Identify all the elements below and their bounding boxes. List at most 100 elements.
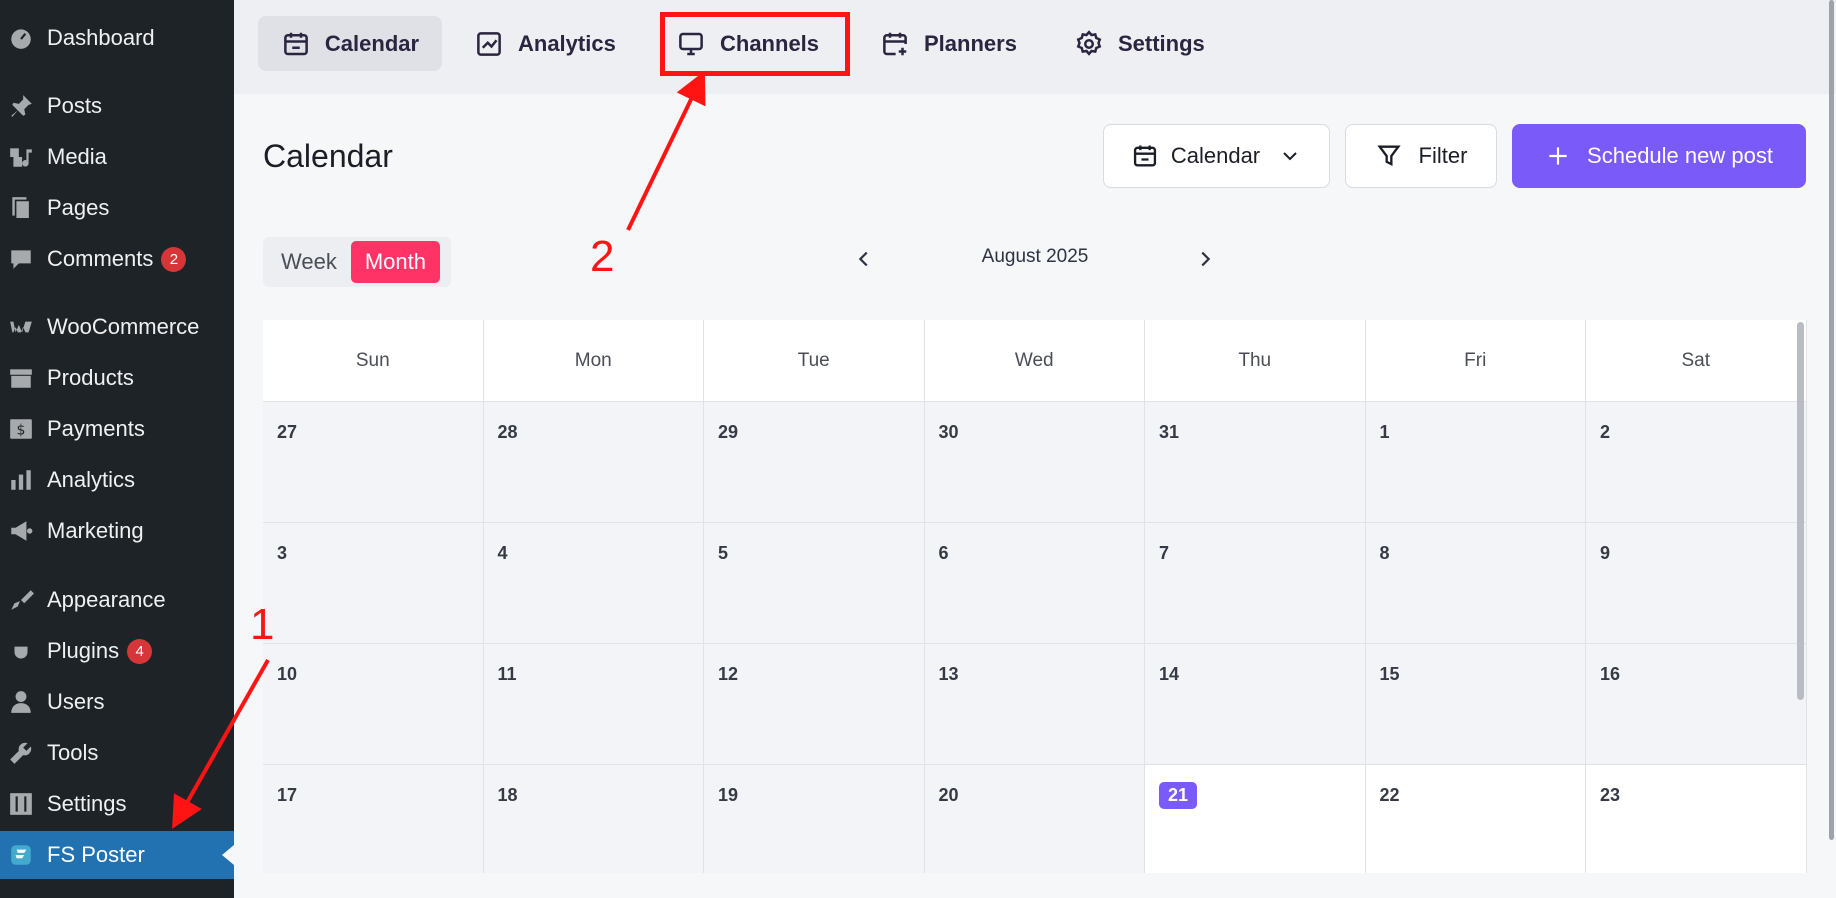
calendar-day-cell[interactable]: 23 bbox=[1586, 765, 1807, 873]
date-number: 15 bbox=[1379, 664, 1400, 684]
svg-text:$: $ bbox=[17, 422, 26, 438]
sidebar-item-woocommerce[interactable]: WooCommerce bbox=[0, 303, 234, 351]
calendar-day-cell[interactable]: 9 bbox=[1586, 523, 1807, 644]
schedule-new-post-button[interactable]: Schedule new post bbox=[1512, 124, 1806, 188]
user-icon bbox=[6, 687, 36, 717]
pages-icon bbox=[6, 193, 36, 223]
calendar-day-cell[interactable]: 5 bbox=[704, 523, 925, 644]
sidebar-item-tools[interactable]: Tools bbox=[0, 729, 234, 777]
calendar-day-cell[interactable]: 29 bbox=[704, 402, 925, 523]
calendar-day-cell[interactable]: 15 bbox=[1365, 644, 1586, 765]
calendar-day-cell[interactable]: 1 bbox=[1365, 402, 1586, 523]
calendar-scrollbar[interactable] bbox=[1797, 322, 1804, 700]
sidebar-item-products[interactable]: Products bbox=[0, 354, 234, 402]
view-toggle: Week Month bbox=[263, 237, 451, 287]
sidebar-item-comments[interactable]: Comments 2 bbox=[0, 235, 234, 283]
date-number: 10 bbox=[277, 664, 298, 684]
page-scrollbar[interactable] bbox=[1829, 0, 1834, 840]
bar-chart-icon bbox=[6, 465, 36, 495]
sidebar-item-label: Marketing bbox=[47, 518, 144, 543]
current-month-label: August 2025 bbox=[981, 246, 1089, 267]
tab-label: Settings bbox=[1118, 30, 1205, 56]
calendar-day-cell[interactable]: 11 bbox=[483, 644, 704, 765]
date-number: 3 bbox=[277, 543, 288, 563]
prev-month-button[interactable] bbox=[846, 241, 882, 277]
filter-button[interactable]: Filter bbox=[1345, 124, 1497, 188]
sidebar-item-pages[interactable]: Pages bbox=[0, 184, 234, 232]
gear-icon bbox=[1076, 29, 1102, 56]
tab-calendar[interactable]: Calendar bbox=[258, 16, 442, 71]
sidebar-item-payments[interactable]: $ Payments bbox=[0, 405, 234, 453]
media-icon bbox=[6, 142, 36, 172]
calendar-day-cell[interactable]: 27 bbox=[263, 402, 484, 523]
calendar-day-cell[interactable]: 14 bbox=[1145, 644, 1366, 765]
dashboard-icon bbox=[6, 23, 36, 53]
pin-icon bbox=[6, 91, 36, 121]
tab-analytics[interactable]: Analytics bbox=[474, 16, 616, 71]
date-number: 23 bbox=[1600, 785, 1621, 805]
sidebar-item-appearance[interactable]: Appearance bbox=[0, 576, 234, 624]
date-number: 2 bbox=[1600, 422, 1611, 442]
step-1-label: 1 bbox=[250, 600, 275, 649]
tab-label: Planners bbox=[924, 30, 1017, 56]
comment-icon bbox=[6, 244, 36, 274]
sidebar-item-label: Settings bbox=[47, 791, 127, 816]
calendar-day-cell[interactable]: 7 bbox=[1145, 523, 1366, 644]
date-number: 31 bbox=[1159, 422, 1180, 442]
month-calendar: Sun Mon Tue Wed Thu Fri Sat 27 28 29 30 31 1 2 3 4 5 6 7 8… bbox=[263, 320, 1807, 873]
tab-label: Calendar bbox=[324, 30, 420, 56]
calendar-day-cell[interactable]: 4 bbox=[483, 523, 704, 644]
woo-icon bbox=[6, 312, 36, 342]
date-number: 19 bbox=[718, 785, 739, 805]
month-toggle[interactable]: Month bbox=[350, 241, 440, 283]
sidebar-item-media[interactable]: Media bbox=[0, 133, 234, 181]
calendar-day-cell[interactable]: 22 bbox=[1365, 765, 1586, 873]
calendar-day-cell[interactable]: 3 bbox=[263, 523, 484, 644]
weekday-wed: Wed bbox=[925, 320, 1145, 402]
calendar-day-cell[interactable]: 6 bbox=[924, 523, 1145, 644]
week-toggle[interactable]: Week bbox=[267, 241, 351, 283]
sidebar-item-analytics[interactable]: Analytics bbox=[0, 456, 234, 504]
tab-label: Analytics bbox=[518, 30, 616, 56]
sidebar-item-marketing[interactable]: Marketing bbox=[0, 507, 234, 555]
chevron-left-icon bbox=[858, 251, 868, 267]
calendar-day-cell[interactable]: 21 bbox=[1145, 765, 1366, 873]
calendar-day-cell[interactable]: 19 bbox=[704, 765, 925, 873]
weekday-thu: Thu bbox=[1145, 320, 1366, 402]
schedule-label: Schedule new post bbox=[1587, 143, 1773, 168]
weekday-sun: Sun bbox=[263, 320, 484, 402]
calendar-day-cell[interactable]: 10 bbox=[263, 644, 484, 765]
calendar-day-cell[interactable]: 8 bbox=[1365, 523, 1586, 644]
sidebar-item-users[interactable]: Users bbox=[0, 678, 234, 726]
tab-settings[interactable]: Settings bbox=[1074, 16, 1205, 71]
sidebar-item-fs-poster[interactable]: FS Poster bbox=[0, 831, 234, 879]
calendar-day-cell[interactable]: 31 bbox=[1145, 402, 1366, 523]
calendar-day-cell[interactable]: 28 bbox=[483, 402, 704, 523]
fs-poster-icon bbox=[6, 840, 36, 870]
sidebar-item-dashboard[interactable]: Dashboard bbox=[0, 14, 234, 62]
notification-badge: 2 bbox=[161, 246, 187, 272]
calendar-day-cell[interactable]: 18 bbox=[483, 765, 704, 873]
sidebar-item-posts[interactable]: Posts bbox=[0, 82, 234, 130]
calendar-day-cell[interactable]: 16 bbox=[1586, 644, 1807, 765]
date-number: 4 bbox=[497, 543, 508, 563]
calendar-day-cell[interactable]: 2 bbox=[1586, 402, 1807, 523]
date-number: 27 bbox=[277, 422, 298, 442]
calendar-day-cell[interactable]: 12 bbox=[704, 644, 925, 765]
date-number: 11 bbox=[497, 664, 517, 684]
calendar-day-cell[interactable]: 13 bbox=[924, 644, 1145, 765]
next-month-button[interactable] bbox=[1187, 241, 1223, 277]
calendar-day-cell[interactable]: 30 bbox=[924, 402, 1145, 523]
sidebar-item-settings[interactable]: Settings bbox=[0, 780, 234, 828]
admin-sidebar: Dashboard Posts Media Pages Comments 2 WooComm… bbox=[0, 0, 234, 898]
view-dropdown[interactable]: Calendar bbox=[1103, 124, 1330, 188]
date-number: 28 bbox=[497, 422, 518, 442]
sidebar-item-plugins[interactable]: Plugins 4 bbox=[0, 627, 234, 675]
step-2-label: 2 bbox=[590, 232, 615, 281]
tab-planners[interactable]: Planners bbox=[880, 16, 1017, 71]
filter-label: Filter bbox=[1418, 143, 1468, 168]
calendar-day-cell[interactable]: 17 bbox=[263, 765, 484, 873]
sidebar-item-label: Analytics bbox=[47, 467, 136, 492]
date-number: 29 bbox=[718, 422, 739, 442]
calendar-day-cell[interactable]: 20 bbox=[924, 765, 1145, 873]
